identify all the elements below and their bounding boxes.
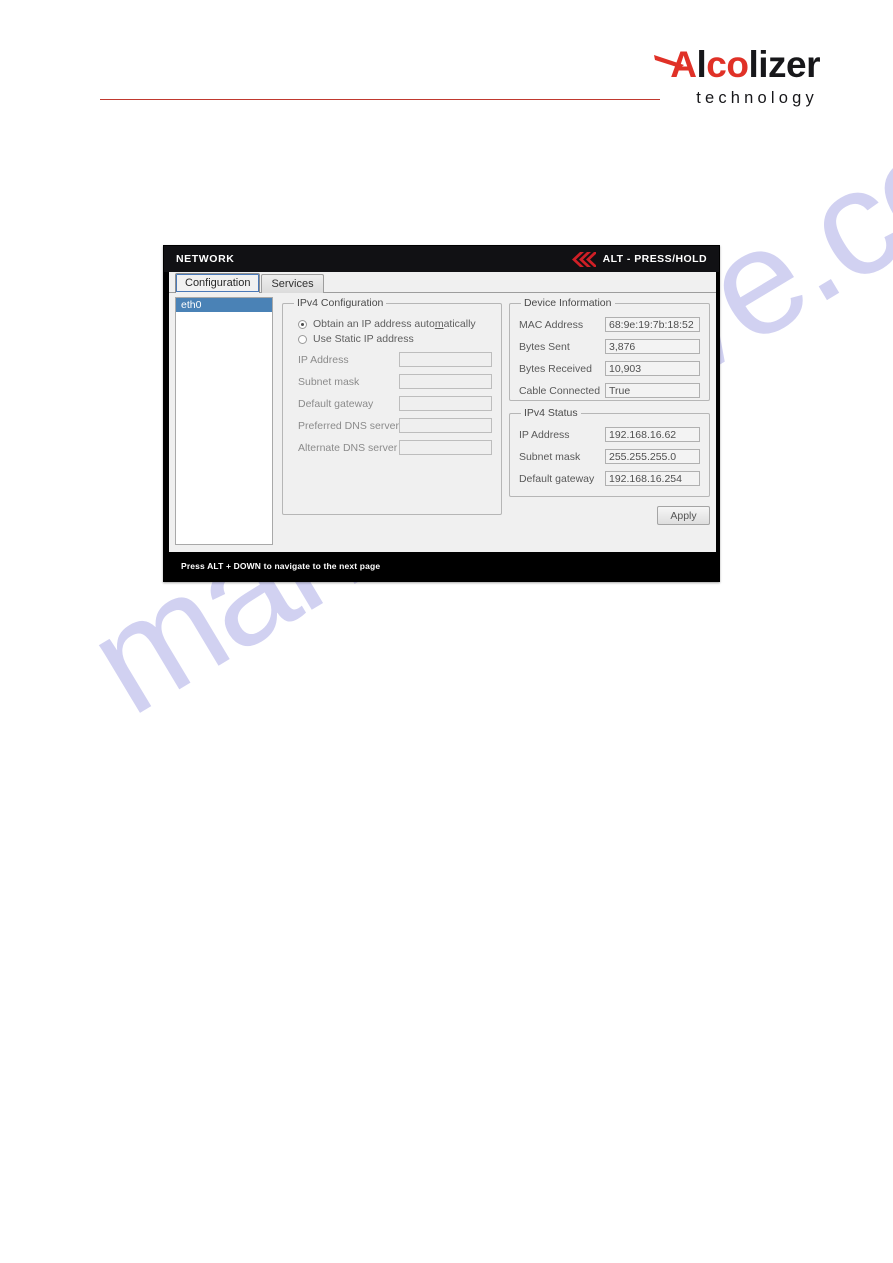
input-default-gateway[interactable] <box>398 396 492 411</box>
alt-hint: ALT - PRESS/HOLD <box>570 251 707 267</box>
value-cable-connected: True <box>605 383 700 398</box>
field-row-status-ip-address: IP Address 192.168.16.62 <box>519 427 700 442</box>
label-preferred-dns-server: Preferred DNS server <box>298 419 399 432</box>
input-alternate-dns-server[interactable] <box>398 440 492 455</box>
device-information-group: Device Information MAC Address 68:9e:19:… <box>508 297 710 401</box>
value-bytes-received: 10,903 <box>605 361 700 376</box>
ipv4-configuration-legend: IPv4 Configuration <box>297 297 384 309</box>
apply-button[interactable]: Apply <box>657 506 710 525</box>
field-row-preferred-dns: Preferred DNS server <box>298 418 492 433</box>
label-subnet-mask: Subnet mask <box>298 375 360 388</box>
interface-listbox[interactable]: eth0 <box>175 297 273 545</box>
status-column: Device Information MAC Address 68:9e:19:… <box>508 297 710 552</box>
label-bytes-sent: Bytes Sent <box>518 340 570 353</box>
input-preferred-dns-server[interactable] <box>398 418 492 433</box>
label-alternate-dns-server: Alternate DNS server <box>298 441 398 454</box>
field-row-ip-address: IP Address <box>298 352 492 367</box>
window-title: NETWORK <box>176 253 235 265</box>
ipv4-configuration-group: IPv4 Configuration Obtain an IP address … <box>282 297 502 515</box>
tab-services[interactable]: Services <box>261 274 324 293</box>
radio-obtain-ip-automatically-label: Obtain an IP address automatically <box>313 318 476 330</box>
label-status-subnet-mask: Subnet mask <box>518 450 581 463</box>
value-mac-address: 68:9e:19:7b:18:52 <box>605 317 700 332</box>
settings-panes: IPv4 Configuration Obtain an IP address … <box>273 297 710 552</box>
label-cable-connected: Cable Connected <box>518 384 601 397</box>
field-row-status-subnet-mask: Subnet mask 255.255.255.0 <box>519 449 700 464</box>
value-status-default-gateway: 192.168.16.254 <box>605 471 700 486</box>
double-chevron-left-icon <box>571 251 596 267</box>
logo-letters-co: co <box>706 44 749 85</box>
page-header: A lcolizer technology <box>0 0 893 120</box>
radio-dot-icon[interactable] <box>298 334 307 344</box>
value-status-ip-address: 192.168.16.62 <box>605 427 700 442</box>
value-bytes-sent: 3,876 <box>605 339 700 354</box>
alt-hint-label: ALT - PRESS/HOLD <box>602 253 707 265</box>
app-body: Configuration Services eth0 IPv4 Configu… <box>169 272 716 552</box>
list-item-eth0[interactable]: eth0 <box>176 298 272 312</box>
statusbar-hint: Press ALT + DOWN to navigate to the next… <box>181 561 381 571</box>
logo-wordmark: A lcolizer <box>654 44 820 85</box>
logo-swoosh-icon <box>654 55 685 68</box>
logo-letter-l: l <box>696 44 707 85</box>
alcolizer-logo: A lcolizer technology <box>654 44 820 107</box>
network-settings-window: NETWORK ALT - PRESS/HOLD Configuration S… <box>163 245 720 582</box>
field-row-subnet-mask: Subnet mask <box>298 374 492 389</box>
field-row-status-default-gateway: Default gateway 192.168.16.254 <box>519 471 700 486</box>
field-row-cable-connected: Cable Connected True <box>519 383 700 398</box>
radio-dot-icon[interactable] <box>298 319 307 329</box>
field-row-mac-address: MAC Address 68:9e:19:7b:18:52 <box>519 317 700 332</box>
label-status-default-gateway: Default gateway <box>518 472 595 485</box>
field-row-bytes-sent: Bytes Sent 3,876 <box>519 339 700 354</box>
ipv4-status-legend: IPv4 Status <box>523 407 578 419</box>
field-row-alternate-dns: Alternate DNS server <box>298 440 492 455</box>
value-status-subnet-mask: 255.255.255.0 <box>605 449 700 464</box>
header-divider-rule <box>100 99 660 100</box>
apply-row: Apply <box>509 506 710 525</box>
device-information-legend: Device Information <box>523 297 612 309</box>
logo-letters-lizer: lizer <box>748 44 820 85</box>
radio-use-static-ip[interactable]: Use Static IP address <box>298 333 492 345</box>
input-subnet-mask[interactable] <box>398 374 492 389</box>
tab-configuration[interactable]: Configuration <box>175 273 261 293</box>
radio-obtain-ip-automatically[interactable]: Obtain an IP address automatically <box>298 318 492 330</box>
ipv4-status-group: IPv4 Status IP Address 192.168.16.62 Sub… <box>508 407 710 497</box>
label-ip-address: IP Address <box>298 353 349 366</box>
radio-use-static-ip-label: Use Static IP address <box>313 333 414 345</box>
input-ip-address[interactable] <box>398 352 492 367</box>
field-row-default-gateway: Default gateway <box>298 396 492 411</box>
tabstrip: Configuration Services <box>169 272 716 293</box>
label-status-ip-address: IP Address <box>518 428 570 441</box>
logo-tagline: technology <box>696 89 818 107</box>
window-statusbar: Press ALT + DOWN to navigate to the next… <box>169 556 716 576</box>
label-mac-address: MAC Address <box>518 318 584 331</box>
window-titlebar: NETWORK ALT - PRESS/HOLD <box>164 246 719 272</box>
label-default-gateway: Default gateway <box>298 397 374 410</box>
tab-content-configuration: eth0 IPv4 Configuration Obtain an IP add… <box>169 293 716 552</box>
field-row-bytes-received: Bytes Received 10,903 <box>519 361 700 376</box>
label-bytes-received: Bytes Received <box>518 362 592 375</box>
